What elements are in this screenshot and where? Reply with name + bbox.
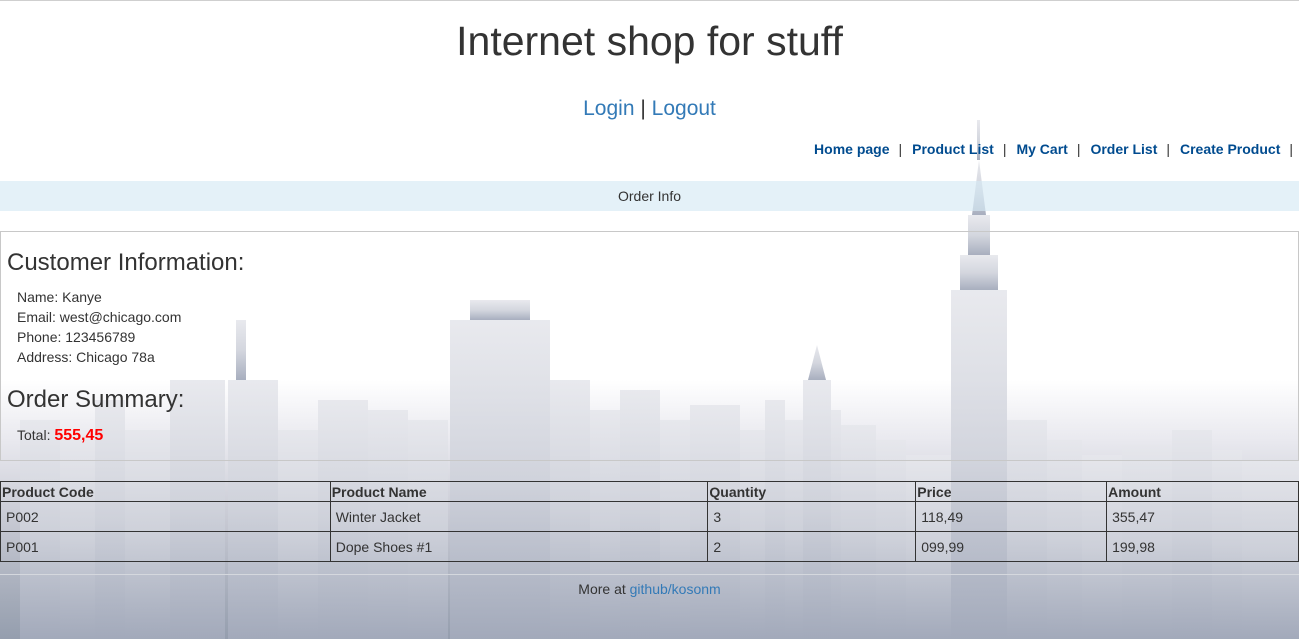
column-header-product-name: Product Name: [329, 481, 709, 502]
table-row: P001 Dope Shoes #1 2 099,99 199,98: [0, 531, 1299, 562]
menu-separator: |: [1166, 141, 1170, 157]
customer-info-heading: Customer Information:: [7, 249, 245, 276]
menu-my-cart[interactable]: My Cart: [1016, 141, 1067, 157]
column-header-price: Price: [915, 481, 1108, 502]
column-header-amount: Amount: [1106, 481, 1299, 502]
order-total: Total: 555,45: [17, 427, 103, 445]
logout-link[interactable]: Logout: [652, 97, 716, 120]
cell-price: 099,99: [915, 531, 1108, 562]
auth-links: Login | Logout: [0, 97, 1299, 121]
total-label: Total:: [17, 427, 51, 443]
main-menu: Home page | Product List | My Cart | Order Lis…: [814, 141, 1293, 157]
customer-name: Name: Kanye: [17, 289, 102, 305]
total-value: 555,45: [54, 427, 104, 444]
site-title: Internet shop for stuff: [456, 18, 843, 64]
cell-amount: 355,47: [1106, 501, 1299, 532]
cell-quantity: 3: [707, 501, 917, 532]
auth-separator: |: [640, 97, 646, 120]
top-border: [0, 0, 1299, 1]
customer-phone: Phone: 123456789: [17, 329, 136, 345]
menu-order-list[interactable]: Order List: [1090, 141, 1157, 157]
cell-amount: 199,98: [1106, 531, 1299, 562]
menu-separator: |: [1289, 141, 1293, 157]
order-summary-heading: Order Summary:: [7, 386, 185, 413]
cell-product-name: Winter Jacket: [329, 501, 709, 532]
page-title-banner: Order Info: [0, 181, 1299, 211]
column-header-quantity: Quantity: [707, 481, 917, 502]
table-header-row: Product Code Product Name Quantity Price…: [0, 481, 1299, 502]
menu-separator: |: [1002, 141, 1007, 157]
menu-create-product[interactable]: Create Product: [1180, 141, 1280, 157]
table-row: P002 Winter Jacket 3 118,49 355,47: [0, 501, 1299, 532]
cell-product-code: P001: [0, 531, 331, 562]
customer-email: Email: west@chicago.com: [17, 309, 182, 325]
cell-product-name: Dope Shoes #1: [329, 531, 709, 562]
menu-separator: |: [1076, 141, 1081, 157]
customer-address: Address: Chicago 78a: [17, 349, 155, 365]
page-footer: More at github/kosonm: [0, 574, 1299, 597]
github-link[interactable]: github/kosonm: [630, 581, 721, 597]
column-header-product-code: Product Code: [0, 481, 331, 502]
cell-price: 118,49: [915, 501, 1108, 532]
menu-separator: |: [898, 141, 903, 157]
order-items-table: Product Code Product Name Quantity Price…: [0, 481, 1299, 562]
cell-product-code: P002: [0, 501, 331, 532]
customer-info-panel: Customer Information: Name: Kanye Email:…: [0, 231, 1299, 461]
cell-quantity: 2: [707, 531, 917, 562]
menu-product-list[interactable]: Product List: [912, 141, 994, 157]
login-link[interactable]: Login: [583, 97, 634, 120]
menu-home-page[interactable]: Home page: [814, 141, 889, 157]
footer-text: More at: [578, 581, 626, 597]
